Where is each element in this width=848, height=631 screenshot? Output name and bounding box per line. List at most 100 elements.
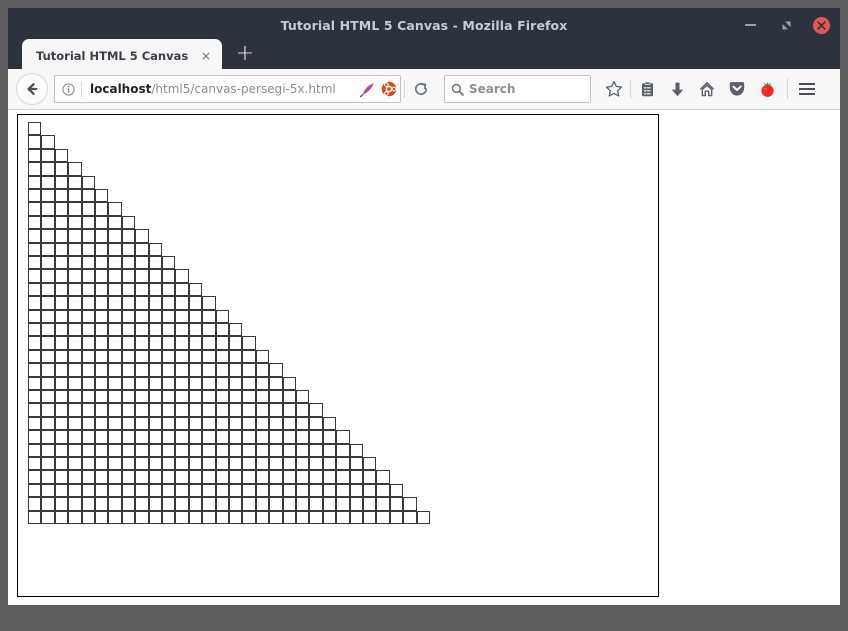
grid-cell [68, 243, 81, 256]
info-icon[interactable] [55, 83, 81, 96]
grid-cell [149, 497, 162, 510]
grid-cell [28, 511, 41, 524]
grid-cell [229, 511, 242, 524]
grid-cell [216, 417, 229, 430]
grid-cell [309, 430, 322, 443]
navigation-toolbar: localhost/html5/canvas-persegi-5x.html [8, 69, 840, 110]
search-bar[interactable]: Search [444, 75, 591, 103]
grid-cell [376, 497, 389, 510]
grid-cell [202, 430, 215, 443]
hamburger-line [799, 83, 815, 85]
new-tab-button[interactable]: + [234, 43, 256, 65]
grid-cell [135, 470, 148, 483]
html5-canvas[interactable] [17, 114, 659, 597]
grid-cell [108, 430, 121, 443]
grid-cell [149, 511, 162, 524]
grid-cell [390, 497, 403, 510]
grid-cell [309, 417, 322, 430]
grid-cell [149, 390, 162, 403]
grid-cell [95, 363, 108, 376]
grid-cell [363, 497, 376, 510]
home-icon[interactable] [692, 74, 722, 104]
hamburger-line [799, 88, 815, 90]
grid-cell [189, 336, 202, 349]
reading-list-icon[interactable] [632, 74, 662, 104]
grid-cell [229, 457, 242, 470]
reload-button[interactable] [408, 76, 434, 102]
grid-cell [28, 403, 41, 416]
maximize-button[interactable] [777, 16, 795, 34]
grid-cell [189, 497, 202, 510]
grid-cell [135, 350, 148, 363]
grid-cell [55, 350, 68, 363]
grid-cell [175, 444, 188, 457]
pocket-icon[interactable] [722, 74, 752, 104]
grid-cell [68, 269, 81, 282]
grid-cell [242, 377, 255, 390]
window-title: Tutorial HTML 5 Canvas - Mozilla Firefox [281, 18, 568, 33]
grid-cell [229, 470, 242, 483]
tab-strip: Tutorial HTML 5 Canvas × + [8, 36, 840, 72]
grid-cell [28, 484, 41, 497]
grid-cell [229, 350, 242, 363]
grid-cell [162, 497, 175, 510]
grid-cell [149, 470, 162, 483]
grid-cell [256, 497, 269, 510]
grid-cell [202, 296, 215, 309]
grid-cell [202, 403, 215, 416]
tab-close-icon[interactable]: × [198, 48, 214, 64]
grid-cell [55, 444, 68, 457]
grid-cell [175, 269, 188, 282]
grid-cell [135, 229, 148, 242]
grid-cell [216, 403, 229, 416]
grid-cell [269, 390, 282, 403]
minimize-button[interactable] [741, 16, 759, 34]
grid-cell [28, 336, 41, 349]
grid-cell [269, 444, 282, 457]
ubuntu-icon[interactable] [378, 78, 400, 100]
grid-cell [229, 403, 242, 416]
search-input[interactable]: Search [469, 82, 515, 96]
grid-cell [68, 296, 81, 309]
grid-cell [376, 484, 389, 497]
grid-cell [41, 497, 54, 510]
grid-cell [55, 176, 68, 189]
grid-cell [41, 444, 54, 457]
grid-cell [216, 457, 229, 470]
grid-cell [202, 350, 215, 363]
grid-cell [95, 202, 108, 215]
grid-cell [55, 457, 68, 470]
grid-cell [417, 511, 430, 524]
grid-cell [41, 470, 54, 483]
bookmark-star-icon[interactable] [599, 74, 629, 104]
grid-cell [55, 216, 68, 229]
back-button[interactable] [16, 73, 48, 105]
downloads-icon[interactable] [662, 74, 692, 104]
grid-cell [122, 336, 135, 349]
tab-tutorial-html-5-canvas[interactable]: Tutorial HTML 5 Canvas × [22, 39, 222, 72]
hamburger-menu-button[interactable] [793, 75, 821, 103]
close-button[interactable] [813, 17, 830, 34]
grid-cell [309, 457, 322, 470]
grid-cell [28, 269, 41, 282]
grid-cell [309, 403, 322, 416]
grid-cell [41, 256, 54, 269]
grid-cell [296, 417, 309, 430]
url-text[interactable]: localhost/html5/canvas-persegi-5x.html [82, 82, 356, 96]
grid-cell [95, 283, 108, 296]
grid-cell [202, 511, 215, 524]
grid-cell [82, 377, 95, 390]
grid-cell [189, 283, 202, 296]
quill-icon[interactable] [356, 78, 378, 100]
grid-cell [336, 457, 349, 470]
tomato-timer-icon[interactable] [752, 74, 782, 104]
grid-cell [55, 269, 68, 282]
grid-cell [202, 363, 215, 376]
url-bar[interactable]: localhost/html5/canvas-persegi-5x.html [54, 75, 401, 103]
grid-cell [202, 417, 215, 430]
grid-cell [68, 283, 81, 296]
grid-cell [149, 417, 162, 430]
grid-cell [55, 511, 68, 524]
grid-cell [336, 470, 349, 483]
grid-cell [149, 283, 162, 296]
